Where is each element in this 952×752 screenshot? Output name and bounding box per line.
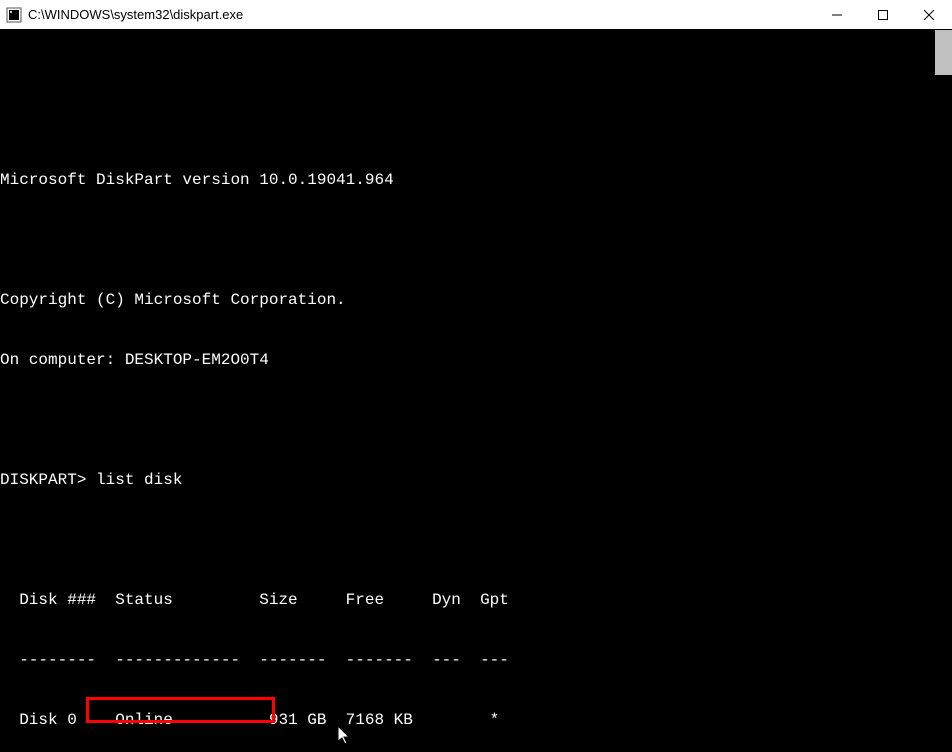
table-header: Disk ### Status Size Free Dyn Gpt	[0, 590, 952, 610]
version-line: Microsoft DiskPart version 10.0.19041.96…	[0, 170, 952, 190]
console-area[interactable]: Microsoft DiskPart version 10.0.19041.96…	[0, 30, 952, 752]
table-separator: -------- ------------- ------- ------- -…	[0, 650, 952, 670]
app-icon	[6, 7, 22, 23]
scrollbar[interactable]	[935, 30, 952, 752]
maximize-button[interactable]	[860, 0, 906, 29]
window-controls	[814, 0, 952, 29]
close-button[interactable]	[906, 0, 952, 29]
table-row: Disk 0 Online 931 GB 7168 KB *	[0, 710, 952, 730]
copyright-line: Copyright (C) Microsoft Corporation.	[0, 290, 952, 310]
minimize-button[interactable]	[814, 0, 860, 29]
window-title: C:\WINDOWS\system32\diskpart.exe	[28, 7, 814, 22]
computer-line: On computer: DESKTOP-EM2O0T4	[0, 350, 952, 370]
scroll-thumb[interactable]	[935, 30, 952, 75]
titlebar: C:\WINDOWS\system32\diskpart.exe	[0, 0, 952, 30]
prompt-list-disk-1: DISKPART> list disk	[0, 470, 952, 490]
